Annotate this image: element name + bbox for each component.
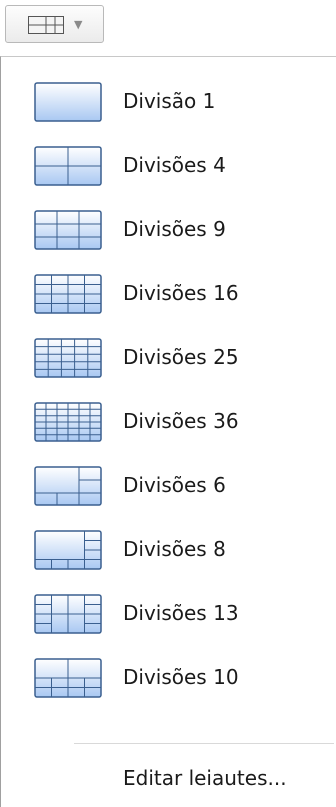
menu-item-label: Divisão 1	[123, 89, 216, 113]
menu-item-label: Divisões 25	[123, 345, 239, 369]
layout-13-icon	[34, 594, 102, 634]
layout-10-icon	[34, 658, 102, 698]
layout-36-icon	[34, 402, 102, 442]
layout-6-icon	[34, 466, 102, 506]
menu-item-divisoes-6[interactable]: Divisões 6	[1, 453, 321, 517]
edit-layouts-menu-item[interactable]: Editar leiautes...	[1, 749, 321, 805]
menu-item-label: Divisões 16	[123, 281, 239, 305]
menu-item-divisoes-36[interactable]: Divisões 36	[1, 389, 321, 453]
menu-item-label: Divisões 6	[123, 473, 226, 497]
layout-1-icon	[34, 82, 102, 122]
menu-item-divisoes-4[interactable]: Divisões 4	[1, 133, 321, 197]
menu-item-divisao-1[interactable]: Divisão 1	[1, 69, 321, 133]
menu-item-label: Divisões 8	[123, 537, 226, 561]
menu-item-divisoes-25[interactable]: Divisões 25	[1, 325, 321, 389]
menu-separator	[74, 743, 334, 744]
menu-item-divisoes-8[interactable]: Divisões 8	[1, 517, 321, 581]
layout-16-icon	[34, 274, 102, 314]
menu-item-label: Divisões 13	[123, 601, 239, 625]
menu-item-divisoes-13[interactable]: Divisões 13	[1, 581, 321, 645]
layout-dropdown-button[interactable]: ▼	[5, 5, 104, 43]
chevron-down-icon: ▼	[74, 18, 83, 31]
menu-item-label: Divisões 10	[123, 665, 239, 689]
layout-4-icon	[34, 146, 102, 186]
menu-item-label: Divisões 36	[123, 409, 239, 433]
menu-item-divisoes-16[interactable]: Divisões 16	[1, 261, 321, 325]
menu-item-label: Divisões 4	[123, 153, 226, 177]
grid-layout-icon	[28, 16, 64, 34]
layout-8-icon	[34, 530, 102, 570]
layout-25-icon	[34, 338, 102, 378]
edit-layouts-label: Editar leiautes...	[123, 766, 287, 790]
menu-item-divisoes-10[interactable]: Divisões 10	[1, 645, 321, 709]
menu-item-label: Divisões 9	[123, 217, 226, 241]
menu-item-divisoes-9[interactable]: Divisões 9	[1, 197, 321, 261]
layout-9-icon	[34, 210, 102, 250]
layout-menu: Divisão 1 Divisões 4 Divisões 9 Divisões…	[0, 56, 336, 807]
